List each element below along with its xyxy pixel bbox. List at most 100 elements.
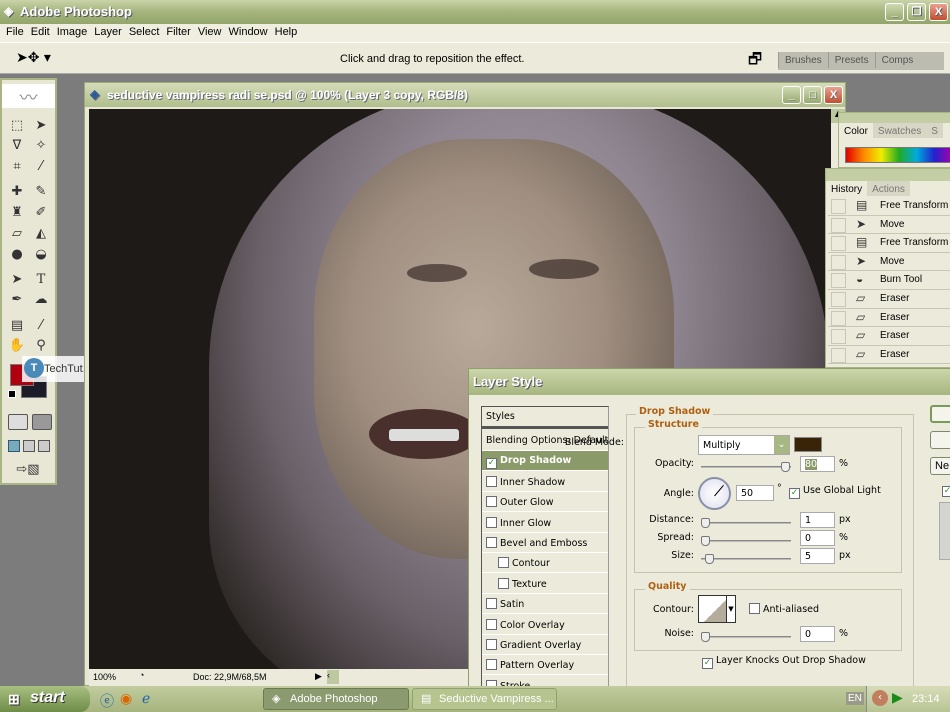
history-item[interactable]: ▱ Eraser xyxy=(828,346,950,365)
tab-styles[interactable]: S xyxy=(926,123,943,138)
history-item[interactable]: ◒ Burn Tool xyxy=(828,271,950,290)
shape-tool-icon[interactable]: ☁ xyxy=(30,292,52,310)
snapshot-toggle[interactable] xyxy=(831,236,846,252)
tab-brushes[interactable]: Brushes xyxy=(778,52,828,68)
distance-slider[interactable] xyxy=(701,518,791,528)
slice-tool-icon[interactable]: ⁄ xyxy=(30,159,52,177)
healing-brush-icon[interactable]: ✚ xyxy=(6,184,28,202)
menu-file[interactable]: File xyxy=(4,24,29,42)
move-tool-icon[interactable]: ➤ xyxy=(30,118,52,136)
document-title-bar[interactable]: ◈ seductive vampiress radi se.psd @ 100%… xyxy=(85,83,845,107)
dialog-title-bar[interactable]: Layer Style xyxy=(469,369,950,395)
screen-mode-full-icon[interactable] xyxy=(38,440,50,452)
snapshot-toggle[interactable] xyxy=(831,273,846,289)
hand-tool-icon[interactable]: ✋ xyxy=(6,338,28,356)
crop-tool-icon[interactable]: ⌗ xyxy=(6,159,28,177)
anti-aliased-checkbox[interactable]: Anti-aliased xyxy=(749,603,819,615)
contour-picker[interactable]: ▼ xyxy=(698,595,736,623)
cancel-button[interactable] xyxy=(930,431,950,449)
checkbox-checked[interactable]: ✓ xyxy=(486,458,497,470)
lasso-tool-icon[interactable]: ᐁ xyxy=(6,138,28,156)
history-item[interactable]: ▱ Eraser xyxy=(828,309,950,328)
use-global-light-checkbox[interactable]: ✓ Use Global Light xyxy=(789,485,881,499)
style-item[interactable]: Color Overlay xyxy=(482,615,608,635)
doc-maximize-button[interactable]: □ xyxy=(803,86,822,104)
size-input[interactable]: 5 xyxy=(800,548,835,564)
marquee-tool-icon[interactable]: ⬚ xyxy=(6,118,28,136)
doc-minimize-button[interactable]: _ xyxy=(782,86,801,104)
tab-actions[interactable]: Actions xyxy=(867,181,910,196)
close-button[interactable]: X xyxy=(929,3,948,21)
restore-button[interactable]: ❐ xyxy=(907,3,926,21)
tab-comps[interactable]: Comps xyxy=(874,52,920,68)
eraser-tool-icon[interactable]: ▱ xyxy=(6,226,28,244)
noise-slider[interactable] xyxy=(701,632,791,642)
checkbox-unchecked[interactable] xyxy=(486,496,497,508)
type-tool-icon[interactable]: T xyxy=(30,272,52,290)
screen-mode-standard-icon[interactable] xyxy=(8,440,20,452)
path-selection-icon[interactable]: ➤ xyxy=(6,272,28,290)
snapshot-toggle[interactable] xyxy=(831,329,846,345)
menu-layer[interactable]: Layer xyxy=(92,24,127,42)
move-tool-preset-icon[interactable]: ➤✥ ▾ xyxy=(16,50,51,66)
standard-mode-icon[interactable] xyxy=(8,414,28,430)
zoom-tool-icon[interactable]: ⚲ xyxy=(30,338,52,356)
task-seductive-vampiress[interactable]: ▤ Seductive Vampiress ... xyxy=(412,688,557,710)
checkbox-unchecked[interactable] xyxy=(486,659,497,671)
paint-bucket-icon[interactable]: ◭ xyxy=(30,226,52,244)
quick-mask-mode-icon[interactable] xyxy=(32,414,52,430)
snapshot-toggle[interactable] xyxy=(831,199,846,214)
checkbox-unchecked[interactable] xyxy=(486,598,497,610)
history-brush-icon[interactable]: ✐ xyxy=(30,205,52,223)
checkbox-unchecked[interactable] xyxy=(498,557,509,569)
opacity-input[interactable]: 80 xyxy=(800,456,835,472)
angle-dial[interactable] xyxy=(698,477,731,510)
style-item[interactable]: Texture xyxy=(482,574,608,594)
opacity-slider-thumb[interactable] xyxy=(781,462,790,472)
new-style-button[interactable]: Ne xyxy=(930,457,950,475)
color-spectrum[interactable] xyxy=(845,147,950,163)
checkbox-unchecked[interactable] xyxy=(486,639,497,650)
snapshot-toggle[interactable] xyxy=(831,310,846,326)
contour-dropdown-icon[interactable]: ▼ xyxy=(726,596,735,622)
noise-slider-thumb[interactable] xyxy=(701,632,710,642)
size-slider[interactable] xyxy=(701,554,791,564)
start-button[interactable]: ⊞ start xyxy=(0,686,90,712)
shadow-color-swatch[interactable] xyxy=(794,437,822,452)
history-item[interactable]: ➤ Move xyxy=(828,216,950,235)
style-item[interactable]: Inner Glow xyxy=(482,513,608,533)
doc-close-button[interactable]: X xyxy=(824,86,843,104)
style-item[interactable]: Contour xyxy=(482,553,608,574)
menu-view[interactable]: View xyxy=(196,24,227,42)
style-item[interactable]: Inner Shadow xyxy=(482,472,608,492)
tab-presets[interactable]: Presets xyxy=(827,52,875,68)
distance-input[interactable]: 1 xyxy=(800,512,835,528)
firefox-icon[interactable]: ◉ xyxy=(120,691,132,707)
brush-tool-icon[interactable]: ✎ xyxy=(30,184,52,202)
task-adobe-photoshop[interactable]: ◈ Adobe Photoshop xyxy=(263,688,409,710)
palette-well-icon[interactable]: 🗗 xyxy=(748,49,762,74)
status-info-icon[interactable]: ◔ xyxy=(139,670,144,680)
snapshot-toggle[interactable] xyxy=(831,254,846,270)
menu-window[interactable]: Window xyxy=(227,24,273,42)
play-icon[interactable]: ▶ xyxy=(892,690,903,706)
pen-tool-icon[interactable]: ✒ xyxy=(6,292,28,310)
menu-help[interactable]: Help xyxy=(273,24,303,42)
checkbox-unchecked[interactable] xyxy=(486,475,497,487)
style-item[interactable]: Satin xyxy=(482,594,608,615)
scroll-left-icon[interactable]: ‹ xyxy=(327,670,339,684)
default-colors-icon[interactable] xyxy=(8,390,16,398)
history-item[interactable]: ▤ Free Transform xyxy=(828,234,950,253)
outlook-icon[interactable]: ⓔ xyxy=(100,691,114,711)
spread-slider[interactable] xyxy=(701,536,791,546)
burn-tool-icon[interactable]: ◒ xyxy=(30,247,52,265)
style-item[interactable]: Outer Glow xyxy=(482,492,608,513)
spread-input[interactable]: 0 xyxy=(800,530,835,546)
checkbox-unchecked[interactable] xyxy=(486,516,497,528)
noise-input[interactable]: 0 xyxy=(800,626,835,642)
layer-knocks-out-checkbox[interactable]: ✓ Layer Knocks Out Drop Shadow xyxy=(702,655,866,669)
menu-filter[interactable]: Filter xyxy=(164,24,195,42)
spread-slider-thumb[interactable] xyxy=(701,536,710,546)
magic-wand-icon[interactable]: ✧ xyxy=(30,138,52,156)
history-item[interactable]: ▱ Eraser xyxy=(828,327,950,346)
